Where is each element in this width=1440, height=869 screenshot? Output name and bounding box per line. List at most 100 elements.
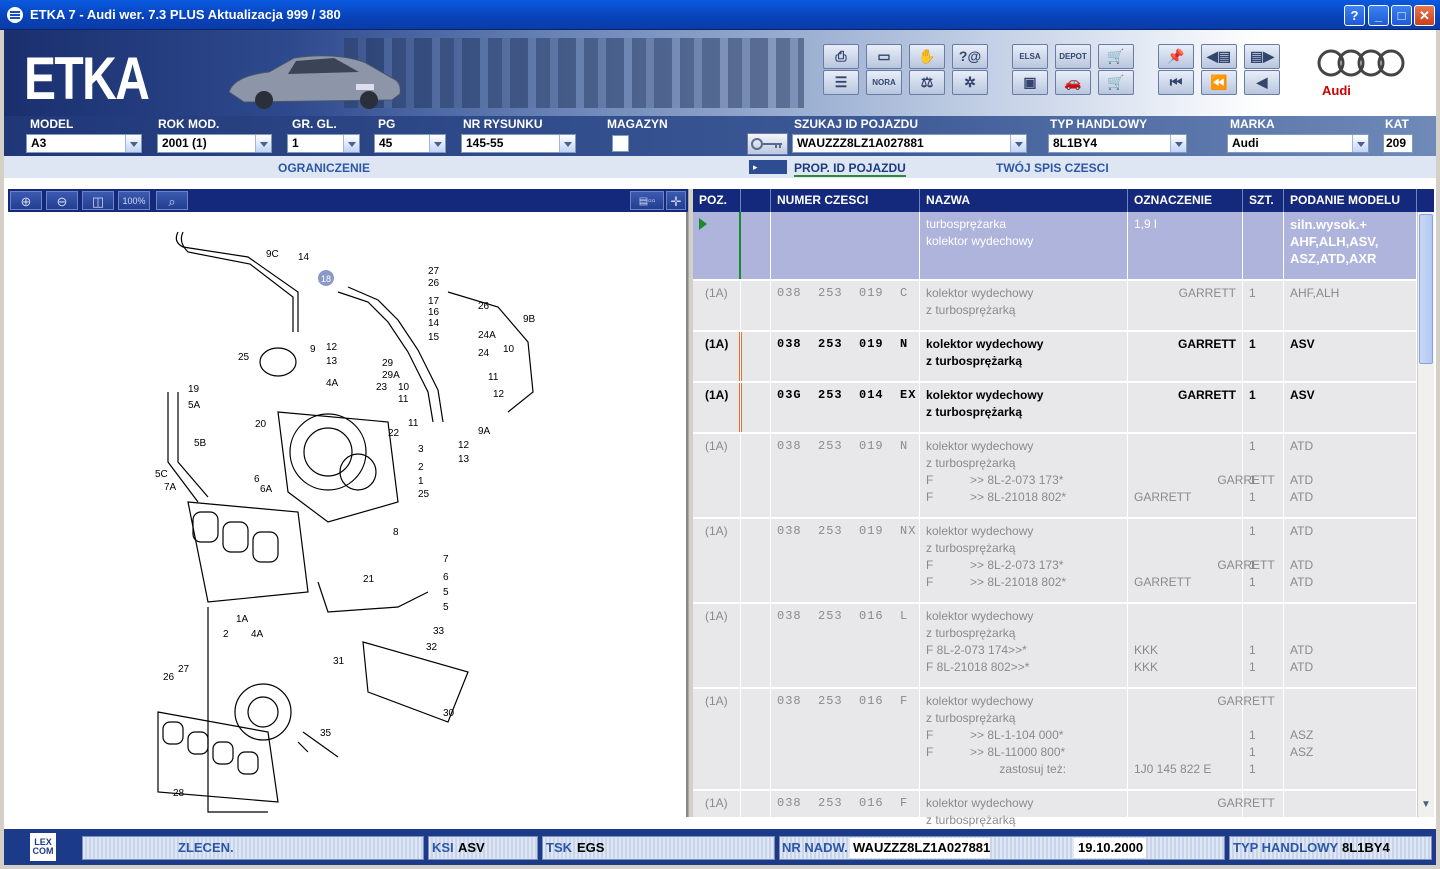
cell-oznaczenie: GARRETT xyxy=(1128,383,1243,432)
gr-select[interactable]: 1 xyxy=(287,134,360,153)
maximize-button[interactable]: □ xyxy=(1391,5,1412,26)
vin-search-input[interactable]: WAUZZZ8LZ1A027881 xyxy=(792,134,1027,153)
col-numer[interactable]: NUMER CZESCI xyxy=(771,189,920,212)
zlecen-field[interactable] xyxy=(82,836,424,860)
back-button[interactable]: ◀ xyxy=(1244,70,1280,95)
step-back-button[interactable]: ⏪ xyxy=(1201,70,1237,95)
table-row[interactable]: (1A) 038 253 019 N kolektor wydechowy z … xyxy=(693,434,1417,519)
table-row[interactable]: turbosprężarka kolektor wydechowy 1,9 l … xyxy=(693,212,1417,281)
cell-blank xyxy=(741,604,771,687)
cell-nazwa: kolektor wydechowy z turbosprężarką F 8L… xyxy=(920,604,1128,687)
chevron-down-icon[interactable] xyxy=(559,135,575,152)
svg-text:2: 2 xyxy=(418,462,424,473)
chevron-down-icon[interactable] xyxy=(1170,135,1186,152)
cell-numer: 038 253 019 N xyxy=(771,434,920,517)
pin-icon[interactable]: 📌 xyxy=(1158,44,1194,69)
audi-rings-logo xyxy=(1317,49,1405,77)
cell-poz: (1A) xyxy=(693,791,741,817)
kat-value: 209 xyxy=(1383,134,1413,153)
table-row[interactable]: (1A) 03G 253 014 EX kolektor wydechowy z… xyxy=(693,383,1417,434)
rok-select[interactable]: 2001 (1) xyxy=(157,134,272,153)
cell-nazwa: kolektor wydechowy z turbosprężarką F >>… xyxy=(920,689,1128,789)
help-button[interactable]: ? xyxy=(1344,5,1365,26)
spis-link[interactable]: TWÓJ SPIS CZESCI xyxy=(996,161,1109,175)
marka-select[interactable]: Audi xyxy=(1227,134,1369,153)
col-poz[interactable]: POZ. xyxy=(693,189,741,212)
print-button[interactable]: ⎙ xyxy=(823,44,859,69)
grid-view-icon[interactable]: ▤▫▫ xyxy=(630,191,664,210)
nora-button[interactable]: NORA xyxy=(866,70,902,95)
gr-label: GR. GL. xyxy=(292,117,337,131)
model-select[interactable]: A3 xyxy=(26,134,142,153)
typ-select[interactable]: 8L1BY4 xyxy=(1048,134,1187,153)
svg-text:30: 30 xyxy=(443,708,455,719)
cell-numer: 038 253 019 N xyxy=(771,332,920,381)
chevron-down-icon[interactable] xyxy=(343,135,359,152)
car-image xyxy=(228,55,401,109)
svg-text:7A: 7A xyxy=(164,482,177,493)
scrollbar-thumb[interactable] xyxy=(1419,214,1433,364)
arrow-right-icon[interactable]: ▸ xyxy=(749,160,787,174)
help-contact-button[interactable]: ?@ xyxy=(952,44,988,69)
col-nazwa[interactable]: NAZWA xyxy=(920,189,1128,212)
elsa-button[interactable]: ELSA xyxy=(1012,44,1048,69)
handshake-button[interactable]: ✋ xyxy=(909,44,945,69)
display-button[interactable]: ▣ xyxy=(1012,70,1048,95)
app-menu-icon[interactable] xyxy=(7,7,23,23)
col-podanie[interactable]: PODANIE MODELU xyxy=(1284,189,1417,212)
chevron-down-icon[interactable] xyxy=(429,135,445,152)
table-row[interactable]: (1A) 038 253 016 F kolektor wydechowy z … xyxy=(693,689,1417,791)
parts-drawing[interactable]: 9C1418 2726269B 17161415 2591213 24A2410… xyxy=(8,212,688,817)
zoom-100-icon[interactable]: 100% xyxy=(118,191,150,210)
col-oznaczenie[interactable]: OZNACZENIE xyxy=(1128,189,1243,212)
vehicle-button[interactable]: 🚗 xyxy=(1055,70,1091,95)
cell-numer: 03G 253 014 EX xyxy=(771,383,920,432)
first-button[interactable]: ⏮ xyxy=(1158,70,1194,95)
key-icon[interactable] xyxy=(747,133,788,155)
svg-text:25: 25 xyxy=(238,352,250,363)
chevron-down-icon[interactable] xyxy=(125,135,141,152)
nr-rysunku-select[interactable]: 145-55 xyxy=(461,134,576,153)
pg-select[interactable]: 45 xyxy=(374,134,446,153)
cart-button[interactable]: 🛒 xyxy=(1098,70,1134,95)
chevron-down-icon[interactable] xyxy=(255,135,271,152)
depot-button[interactable]: DEPOT xyxy=(1055,44,1091,69)
svg-text:9B: 9B xyxy=(523,314,536,325)
scroll-down-icon[interactable]: ▼ xyxy=(1419,798,1433,812)
move-icon[interactable]: ✛ xyxy=(666,191,686,210)
cell-podanie: ASV xyxy=(1284,332,1417,381)
turbo-exploded-diagram: 9C1418 2726269B 17161415 2591213 24A2410… xyxy=(155,231,536,813)
wheel-button[interactable]: ✲ xyxy=(952,70,988,95)
chevron-down-icon[interactable] xyxy=(1010,135,1026,152)
zoom-out-icon[interactable]: ⊖ xyxy=(46,191,78,210)
cell-poz: (1A) xyxy=(693,281,741,330)
table-row[interactable]: (1A) 038 253 016 F kolektor wydechowy z … xyxy=(693,791,1417,827)
cell-numer: 038 253 019 NX xyxy=(771,519,920,602)
cart-in-button[interactable]: 🛒 xyxy=(1098,44,1134,69)
table-row[interactable]: (1A) 038 253 019 N kolektor wydechowy z … xyxy=(693,332,1417,383)
table-row[interactable]: (1A) 038 253 019 NX kolektor wydechowy z… xyxy=(693,519,1417,604)
ograniczenie-link[interactable]: OGRANICZENIE xyxy=(278,161,370,175)
screen-button[interactable]: ▭ xyxy=(866,44,902,69)
cell-podanie: ASV xyxy=(1284,383,1417,432)
prop-id-link[interactable]: PROP. ID POJAZDU xyxy=(794,161,906,177)
list-button[interactable]: ☰ xyxy=(823,70,859,95)
magazyn-checkbox[interactable] xyxy=(612,135,629,152)
scale-button[interactable]: ⚖ xyxy=(909,70,945,95)
cell-oznaczenie: 1,9 l xyxy=(1128,212,1243,279)
table-row[interactable]: (1A) 038 253 016 L kolektor wydechowy z … xyxy=(693,604,1417,689)
minimize-button[interactable]: _ xyxy=(1368,5,1389,26)
search-icon[interactable]: ⌕ xyxy=(156,191,188,210)
table-row[interactable]: (1A) 038 253 019 C kolektor wydechowy z … xyxy=(693,281,1417,332)
zoom-window-icon[interactable]: ◫ xyxy=(82,191,114,210)
zoom-in-icon[interactable]: ⊕ xyxy=(10,191,42,210)
vertical-scrollbar[interactable]: ▼ xyxy=(1417,212,1434,817)
cell-oznaczenie: GARRETT GARRETT xyxy=(1128,519,1275,602)
page-prev-button[interactable]: ◀▤ xyxy=(1201,44,1237,69)
close-button[interactable]: ✕ xyxy=(1414,5,1435,26)
cell-nazwa: kolektor wydechowy z turbosprężarką xyxy=(920,281,1128,330)
col-szt[interactable]: SZT. xyxy=(1243,189,1284,212)
page-next-button[interactable]: ▤▶ xyxy=(1244,44,1280,69)
parts-table: POZ. NUMER CZESCI NAZWA OZNACZENIE SZT. … xyxy=(693,189,1434,827)
chevron-down-icon[interactable] xyxy=(1352,135,1368,152)
